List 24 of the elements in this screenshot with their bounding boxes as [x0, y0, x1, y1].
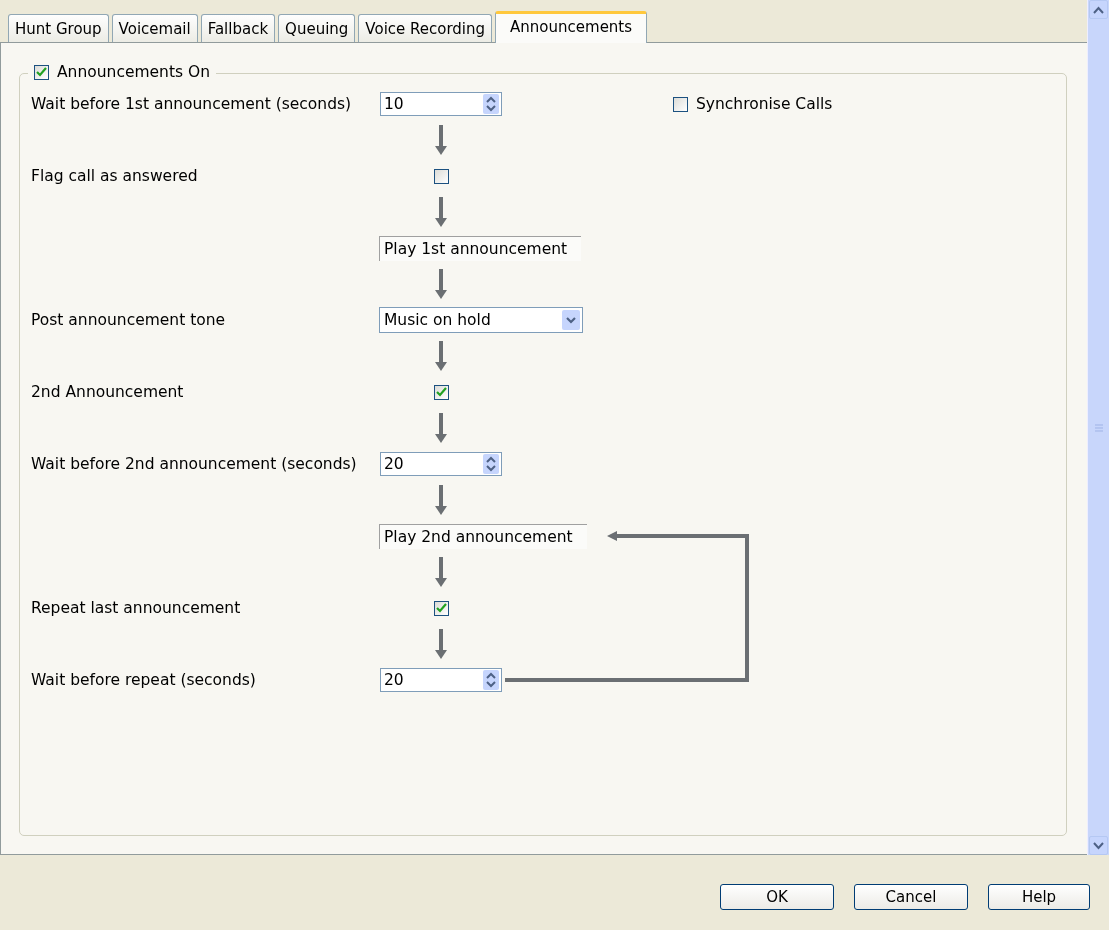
- tab[interactable]: Announcements: [495, 11, 648, 43]
- checkbox-label: Synchronise Calls: [696, 95, 833, 113]
- number-field[interactable]: 20: [380, 668, 502, 692]
- number-field[interactable]: 20: [380, 452, 502, 476]
- tab[interactable]: Voicemail: [111, 14, 198, 42]
- dialog-button[interactable]: Cancel: [854, 883, 968, 910]
- tab[interactable]: Fallback: [200, 14, 276, 42]
- field-label: 2nd Announcement: [31, 383, 185, 401]
- field-label: Wait before 1st announcement (seconds): [31, 95, 353, 113]
- dialog-button[interactable]: OK: [720, 883, 834, 910]
- step-label: Play 1st announcement: [379, 235, 582, 261]
- field-label: Repeat last announcement: [31, 599, 242, 617]
- dropdown[interactable]: Music on hold: [379, 307, 583, 333]
- tab[interactable]: Voice Recording: [358, 14, 493, 42]
- dialog-button[interactable]: Help: [988, 883, 1090, 910]
- field-label: Flag call as answered: [31, 167, 199, 185]
- field-label: Wait before 2nd announcement (seconds): [31, 455, 358, 473]
- tab[interactable]: Hunt Group: [8, 14, 109, 42]
- step-label: Play 2nd announcement: [379, 523, 587, 549]
- field-label: Wait before repeat (seconds): [31, 671, 257, 689]
- field-label: Post announcement tone: [31, 311, 227, 329]
- tab[interactable]: Queuing: [278, 14, 356, 42]
- checkbox-label: Announcements On: [57, 63, 210, 81]
- number-field[interactable]: 10: [380, 92, 502, 116]
